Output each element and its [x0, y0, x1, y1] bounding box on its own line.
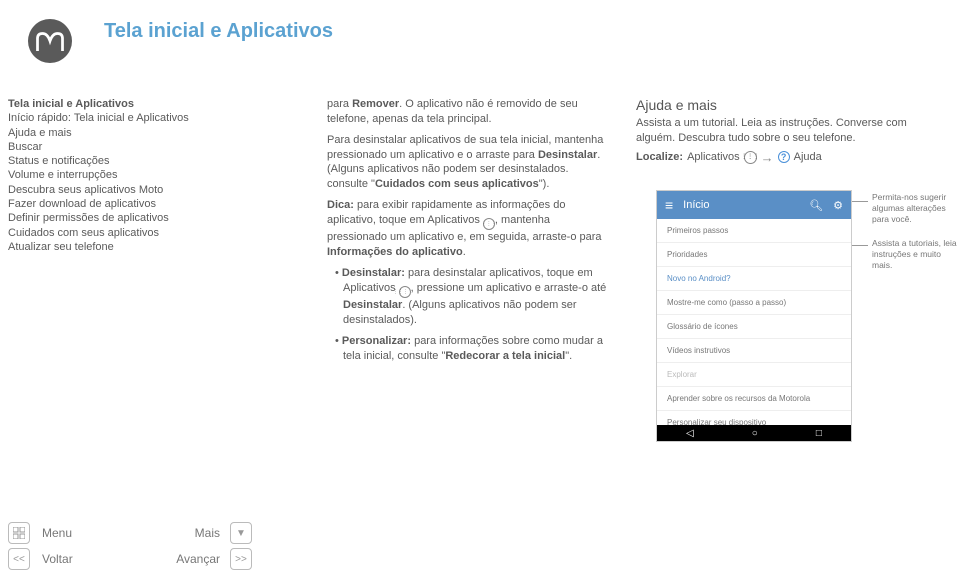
hamburger-icon[interactable]: ≡ — [665, 197, 673, 213]
phone-item[interactable]: Explorar — [657, 363, 851, 387]
phone-titlebar: ≡ Início 🔍︎ ⚙ — [657, 191, 851, 219]
right-heading: Ajuda e mais — [636, 97, 946, 113]
para-desinstalar-tela: Para desinstalar aplicativos de sua tela… — [327, 133, 612, 192]
sidebar-item[interactable]: Volume e interrupções — [8, 168, 228, 182]
apps-grid-icon: ⋮⋮⋮ — [483, 218, 495, 230]
search-icon[interactable]: 🔍︎ — [809, 199, 823, 212]
bold: Desinstalar: — [342, 267, 405, 279]
recent-icon[interactable]: □ — [816, 428, 822, 439]
mais-icon[interactable]: ▼ — [230, 522, 252, 544]
arrow-right-icon: → — [761, 149, 774, 167]
callout-personalize: Permita-nos sugerir algumas alterações p… — [872, 192, 960, 225]
phone-item[interactable]: Primeiros passos — [657, 219, 851, 243]
para-remover: para Remover. O aplicativo não é removid… — [327, 97, 612, 127]
content-column: para Remover. O aplicativo não é removid… — [327, 97, 612, 370]
page-title: Tela inicial e Aplicativos — [104, 20, 333, 43]
phone-item[interactable]: Mostre-me como (passo a passo) — [657, 291, 851, 315]
phone-item[interactable]: Vídeos instrutivos — [657, 339, 851, 363]
sidebar-item[interactable]: Ajuda e mais — [8, 126, 228, 140]
text: . — [463, 246, 466, 258]
back-icon[interactable]: ◁ — [686, 428, 694, 439]
bold: Personalizar: — [342, 335, 411, 347]
text: ". — [565, 350, 572, 362]
text: , pressione um aplicativo e arraste-o at… — [411, 282, 607, 294]
home-icon[interactable]: ○ — [752, 428, 758, 439]
bold: Desinstalar — [343, 299, 402, 311]
voltar-icon[interactable]: << — [8, 548, 30, 570]
text: "). — [539, 178, 550, 190]
menu-label[interactable]: Menu — [42, 526, 142, 540]
localize-label: Localize: — [636, 150, 683, 165]
bold: Cuidados com seus aplicativos — [375, 178, 539, 190]
mais-label[interactable]: Mais — [146, 526, 226, 540]
right-intro: Assista a um tutorial. Leia as instruçõe… — [636, 116, 946, 146]
phone-item[interactable]: Novo no Android? — [657, 267, 851, 291]
gear-icon[interactable]: ⚙ — [833, 199, 843, 212]
text: para — [327, 98, 352, 110]
avancar-label[interactable]: Avançar — [146, 552, 226, 566]
sidebar-item[interactable]: Status e notificações — [8, 154, 228, 168]
sidebar-heading: Tela inicial e Aplicativos — [8, 97, 228, 111]
bold: Desinstalar — [538, 149, 597, 161]
sidebar-item[interactable]: Cuidados com seus aplicativos — [8, 226, 228, 240]
phone-item[interactable]: Glossário de ícones — [657, 315, 851, 339]
moto-m-icon — [35, 26, 65, 56]
sidebar: Tela inicial e Aplicativos Início rápido… — [8, 97, 228, 254]
avancar-icon[interactable]: >> — [230, 548, 252, 570]
localize-apps: Aplicativos — [687, 150, 740, 165]
phone-mockup: ≡ Início 🔍︎ ⚙ Primeiros passos Prioridad… — [656, 190, 852, 442]
para-dica: Dica: para exibir rapidamente as informa… — [327, 198, 612, 260]
menu-icon[interactable] — [8, 522, 30, 544]
phone-item[interactable]: Aprender sobre os recursos da Motorola — [657, 387, 851, 411]
bullet-desinstalar: • Desinstalar: para desinstalar aplicati… — [335, 266, 612, 328]
bullet-personalizar: • Personalizar: para informações sobre c… — [335, 334, 612, 364]
callout-tutorials: Assista a tutoriais, leia instruções e m… — [872, 238, 960, 271]
localize-ajuda: Ajuda — [794, 150, 822, 165]
sidebar-item[interactable]: Fazer download de aplicativos — [8, 197, 228, 211]
phone-title: Início — [683, 199, 709, 211]
callout-line — [852, 245, 868, 246]
bold: Redecorar a tela inicial — [445, 350, 565, 362]
callout-line — [852, 201, 868, 202]
bold: Informações do aplicativo — [327, 246, 463, 258]
sidebar-item[interactable]: Início rápido: Tela inicial e Aplicativo… — [8, 111, 228, 125]
bold-dica: Dica: — [327, 199, 354, 211]
sidebar-item[interactable]: Atualizar seu telefone — [8, 240, 228, 254]
phone-navbar: ◁ ○ □ — [657, 425, 851, 441]
sidebar-item[interactable]: Buscar — [8, 140, 228, 154]
moto-logo — [28, 19, 72, 63]
sidebar-item[interactable]: Definir permissões de aplicativos — [8, 211, 228, 225]
right-column: Ajuda e mais Assista a um tutorial. Leia… — [636, 97, 946, 169]
apps-grid-icon: ⋮⋮⋮ — [399, 286, 411, 298]
help-icon: ? — [778, 151, 790, 163]
bottom-nav: Menu Mais ▼ << Voltar Avançar >> — [8, 522, 260, 570]
sidebar-item[interactable]: Descubra seus aplicativos Moto — [8, 183, 228, 197]
apps-grid-icon: ⋮⋮⋮ — [744, 151, 757, 164]
localize-line: Localize: Aplicativos ⋮⋮⋮ → ? Ajuda — [636, 149, 946, 167]
voltar-label[interactable]: Voltar — [42, 552, 142, 566]
phone-item[interactable]: Prioridades — [657, 243, 851, 267]
bold-remover: Remover — [352, 98, 399, 110]
